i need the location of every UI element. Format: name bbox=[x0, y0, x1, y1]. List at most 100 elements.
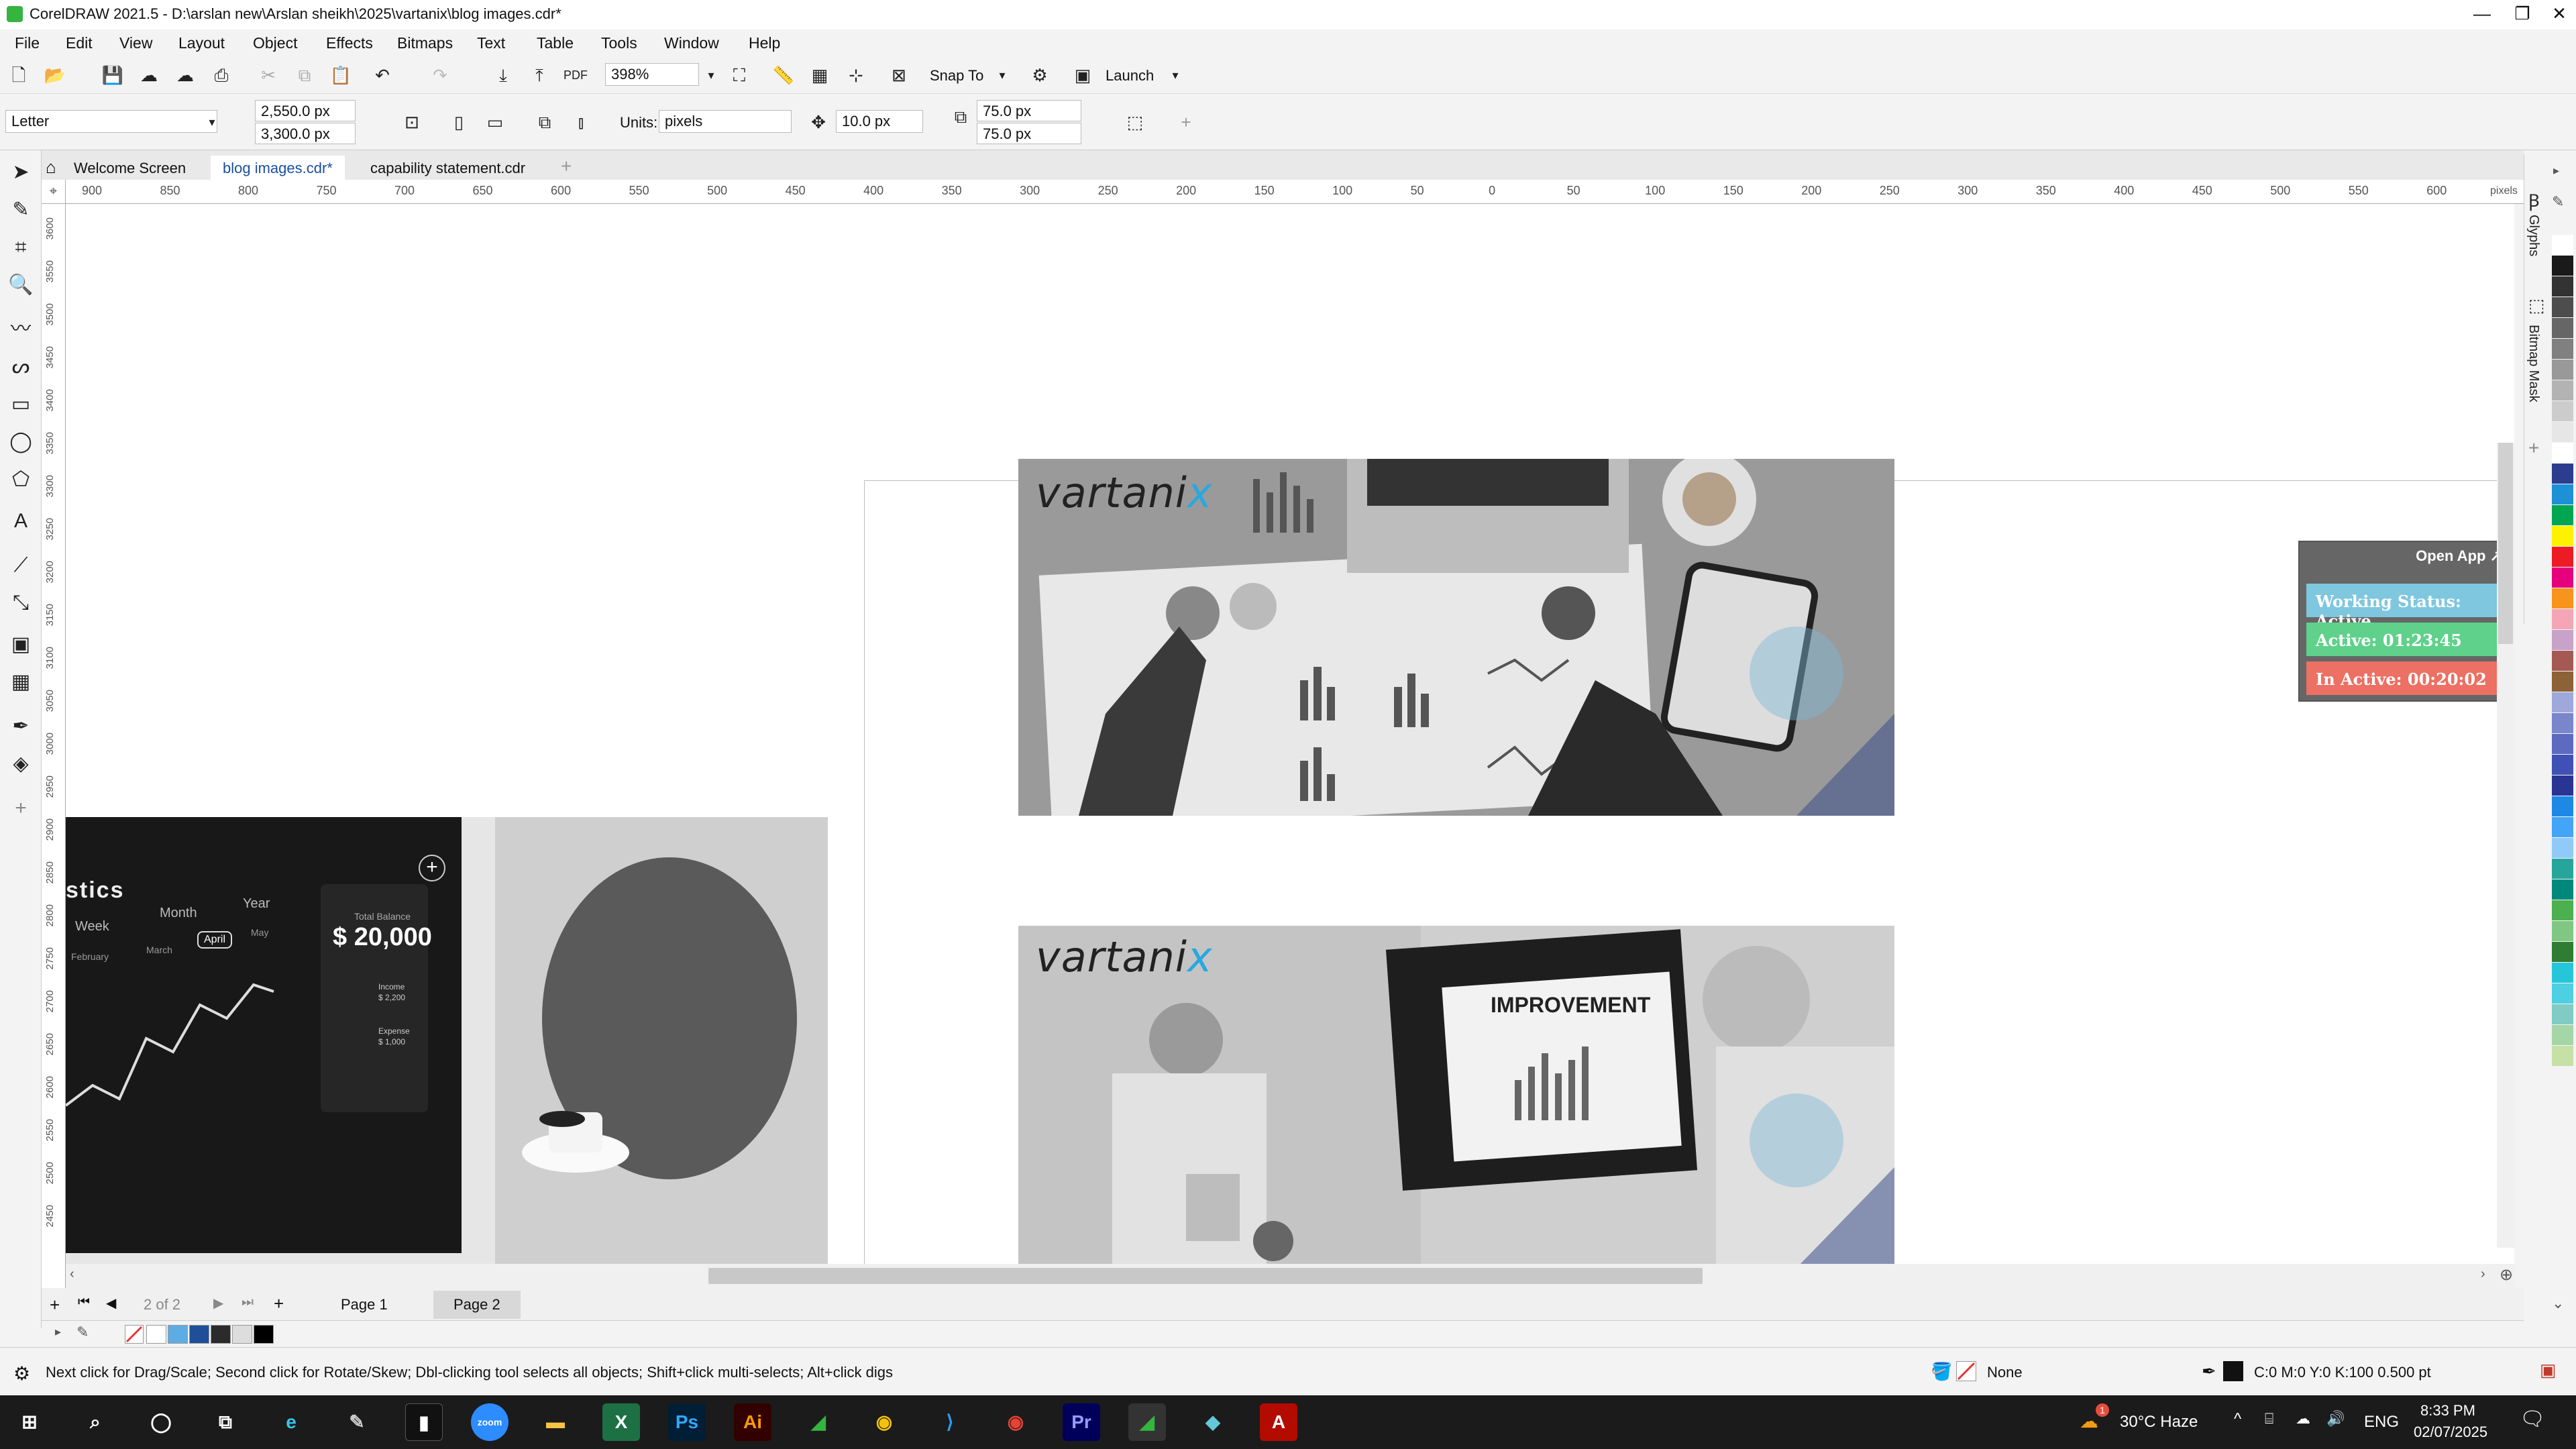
notifications-icon[interactable]: 🗨 bbox=[2520, 1407, 2545, 1431]
palette-eyedropper-icon[interactable]: ✎ bbox=[2552, 193, 2564, 211]
premiere-icon[interactable]: Pr bbox=[1063, 1403, 1100, 1441]
duplicate-x-field[interactable]: 75.0 px bbox=[977, 100, 1081, 121]
illustrator-icon[interactable]: Ai bbox=[734, 1403, 771, 1441]
doc-palette-swatch[interactable] bbox=[146, 1325, 166, 1344]
acrobat-icon[interactable]: A bbox=[1260, 1403, 1297, 1441]
add-page-after-icon[interactable]: + bbox=[274, 1293, 284, 1314]
palette-swatch[interactable] bbox=[2552, 505, 2573, 525]
zoom-app-icon[interactable]: zoom bbox=[471, 1403, 508, 1441]
weather-text[interactable]: 30°C Haze bbox=[2120, 1413, 2198, 1432]
parallel-dimension-icon[interactable]: ⟋ bbox=[5, 550, 36, 581]
show-hidden-icons-chevron-icon[interactable]: ^ bbox=[2234, 1410, 2241, 1429]
horizontal-scrollbar[interactable]: ‹ › ⊕ bbox=[66, 1264, 2514, 1288]
vertical-scroll-thumb[interactable] bbox=[2498, 443, 2513, 644]
palette-swatch[interactable] bbox=[2552, 568, 2573, 588]
chrome-profile-icon[interactable]: ◉ bbox=[997, 1403, 1034, 1441]
copy-icon[interactable]: ⧉ bbox=[291, 62, 318, 89]
page-height-field[interactable]: 3,300.0 px bbox=[255, 123, 356, 144]
undo-icon[interactable]: ↶ bbox=[369, 62, 396, 89]
vertical-ruler[interactable]: 3600 3550 3500 3450 3400 3350 3300 3250 3200 3150… bbox=[42, 204, 66, 1289]
import-icon[interactable]: ⤓ bbox=[490, 62, 517, 89]
page-size-chevron-icon[interactable]: ▾ bbox=[199, 109, 225, 136]
prev-page-icon[interactable]: ◀ bbox=[106, 1295, 116, 1311]
clock-date[interactable]: 02/07/2025 bbox=[2414, 1424, 2487, 1441]
rulers-icon[interactable]: 📏 bbox=[770, 62, 797, 89]
network-icon[interactable]: ⌸ bbox=[2265, 1410, 2273, 1428]
scroll-right-icon[interactable]: › bbox=[2481, 1267, 2485, 1282]
palette-swatch[interactable] bbox=[2552, 588, 2573, 608]
cloud-download-icon[interactable]: ☁ bbox=[172, 62, 199, 89]
zoom-level-field[interactable]: 398% bbox=[605, 63, 699, 86]
chrome-icon[interactable]: ◉ bbox=[865, 1403, 903, 1441]
all-pages-icon[interactable]: ⧉ bbox=[531, 109, 558, 136]
units-select[interactable]: pixels bbox=[659, 110, 792, 133]
palette-swatch[interactable] bbox=[2552, 942, 2573, 962]
scroll-left-icon[interactable]: ‹ bbox=[70, 1267, 74, 1282]
palette-swatch[interactable] bbox=[2552, 713, 2573, 733]
snap-off-icon[interactable]: ⊠ bbox=[885, 62, 912, 89]
palette-swatch[interactable] bbox=[2552, 734, 2573, 754]
new-tab-icon[interactable]: + bbox=[561, 156, 572, 177]
page-size-select[interactable]: Letter bbox=[5, 110, 217, 133]
zoom-dropdown-chevron-icon[interactable]: ▾ bbox=[698, 62, 724, 89]
search-icon[interactable]: ⌕ bbox=[76, 1403, 114, 1441]
palette-swatch[interactable] bbox=[2552, 1046, 2573, 1066]
palette-swatch[interactable] bbox=[2552, 755, 2573, 775]
launch-icon[interactable]: ▣ bbox=[1069, 62, 1096, 89]
menu-object[interactable]: Object bbox=[253, 34, 297, 52]
first-page-icon[interactable]: ⏮ bbox=[78, 1295, 90, 1310]
snap-to-label[interactable]: Snap To bbox=[930, 67, 983, 85]
palette-swatch[interactable] bbox=[2552, 879, 2573, 900]
tab-welcome-screen[interactable]: Welcome Screen bbox=[62, 156, 198, 181]
open-app-link[interactable]: Open App ↗ bbox=[2416, 547, 2502, 565]
menu-view[interactable]: View bbox=[119, 34, 152, 52]
pen-app-icon[interactable]: ✎ bbox=[338, 1403, 376, 1441]
new-document-icon[interactable]: 🗋 bbox=[5, 62, 32, 89]
palette-swatch[interactable] bbox=[2552, 775, 2573, 796]
zoom-tool-icon[interactable]: 🔍 bbox=[5, 270, 36, 301]
polygon-tool-icon[interactable]: ⬠ bbox=[5, 464, 36, 495]
menu-help[interactable]: Help bbox=[749, 34, 780, 52]
shape-tool-icon[interactable]: ✎ bbox=[5, 195, 36, 225]
palette-swatch[interactable] bbox=[2552, 983, 2573, 1004]
app-diamond-icon[interactable]: ◆ bbox=[1194, 1403, 1232, 1441]
language-indicator[interactable]: ENG bbox=[2364, 1413, 2399, 1432]
doc-palette-swatch[interactable] bbox=[211, 1325, 231, 1344]
cloud-upload-icon[interactable]: ☁ bbox=[136, 62, 162, 89]
doc-palette-arrow-icon[interactable]: ▸ bbox=[55, 1325, 61, 1339]
connector-tool-icon[interactable]: ⤡ bbox=[5, 588, 36, 619]
fill-bucket-icon[interactable]: 🪣 bbox=[1931, 1361, 1952, 1382]
artistic-media-icon[interactable]: ᔕ bbox=[5, 352, 36, 382]
windows-start-icon[interactable]: ⊞ bbox=[11, 1403, 48, 1441]
palette-swatch[interactable] bbox=[2552, 526, 2573, 546]
export-icon[interactable]: ⤒ bbox=[526, 62, 553, 89]
redo-icon[interactable]: ↷ bbox=[427, 62, 453, 89]
full-screen-icon[interactable]: ⛶ bbox=[726, 62, 753, 89]
rectangle-tool-icon[interactable]: ▭ bbox=[5, 389, 36, 420]
vertical-scrollbar[interactable] bbox=[2497, 443, 2514, 1248]
horizontal-ruler[interactable]: 900 850 800 750 700 650 600 550 500 450 400 350 300 2… bbox=[42, 180, 2524, 204]
eyedropper-tool-icon[interactable]: ✒ bbox=[5, 711, 36, 742]
weather-icon[interactable]: ☁ bbox=[2080, 1410, 2098, 1432]
palette-swatch[interactable] bbox=[2552, 963, 2573, 983]
add-page-before-icon[interactable]: + bbox=[50, 1295, 60, 1316]
palette-swatch[interactable] bbox=[2552, 318, 2573, 338]
coreldraw-taskbar-icon-1[interactable]: ◢ bbox=[800, 1403, 837, 1441]
ellipse-tool-icon[interactable]: ◯ bbox=[5, 427, 36, 458]
doc-palette-eyedropper-icon[interactable]: ✎ bbox=[76, 1324, 89, 1341]
palette-swatch[interactable] bbox=[2552, 672, 2573, 692]
blog-image-improvement[interactable]: IMPROVEMENT vartanix bbox=[1018, 926, 1894, 1264]
palette-swatch[interactable] bbox=[2552, 484, 2573, 504]
palette-swatch[interactable] bbox=[2552, 692, 2573, 712]
palette-scroll-down-icon[interactable]: ⌄ bbox=[2552, 1295, 2564, 1312]
drop-shadow-icon[interactable]: ▣ bbox=[5, 629, 36, 660]
doc-palette-swatch[interactable] bbox=[168, 1325, 188, 1344]
palette-swatch[interactable] bbox=[2552, 422, 2573, 442]
task-view-icon[interactable]: ⧉ bbox=[207, 1403, 244, 1441]
docker-tab-glyphs[interactable]: Glyphs bbox=[2526, 215, 2541, 256]
menu-file[interactable]: File bbox=[15, 34, 40, 52]
pick-tool-icon[interactable]: ➤ bbox=[5, 157, 36, 188]
palette-swatch[interactable] bbox=[2552, 838, 2573, 858]
clock-time[interactable]: 8:33 PM bbox=[2420, 1402, 2475, 1419]
transparency-tool-icon[interactable]: ▦ bbox=[5, 667, 36, 698]
